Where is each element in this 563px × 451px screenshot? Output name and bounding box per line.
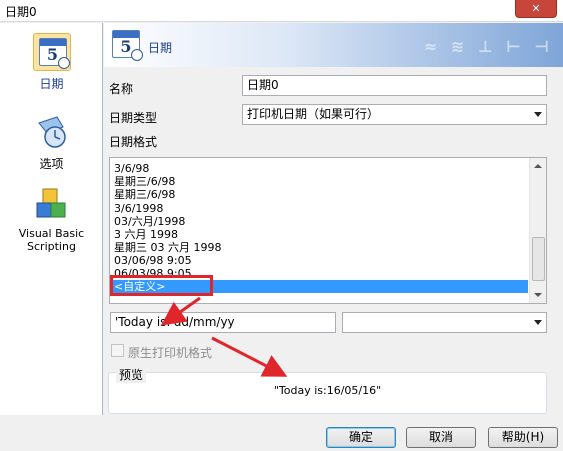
list-item[interactable]: 星期三/6/98	[114, 175, 175, 188]
chevron-down-icon	[534, 320, 542, 325]
list-item[interactable]: 03/六月/1998	[114, 215, 185, 228]
calendar-icon: 5	[110, 28, 143, 61]
scroll-thumb[interactable]	[532, 237, 545, 281]
panel-title: 日期	[148, 41, 173, 55]
preview-value: "Today is:16/05/16"	[273, 384, 382, 397]
date-type-label: 日期类型	[109, 111, 158, 125]
settings-icon	[33, 113, 71, 151]
sidebar-item-label: Visual Basic Scripting	[18, 227, 85, 253]
list-item[interactable]: 星期三/6/98	[114, 188, 175, 201]
date-type-value: 打印机日期（如果可行）	[247, 107, 380, 121]
sidebar-item-vbscript[interactable]: Visual Basic Scripting	[2, 185, 101, 253]
list-item[interactable]: 3 六月 1998	[114, 228, 178, 241]
name-label: 名称	[109, 82, 134, 96]
sidebar-item-label: 日期	[39, 77, 64, 91]
date-format-label: 日期格式	[109, 135, 158, 149]
format-token-select[interactable]	[342, 312, 547, 333]
custom-format-input[interactable]: 'Today is:'dd/mm/yy	[110, 312, 336, 333]
window-title: 日期0	[5, 5, 37, 19]
header-watermark: ≈ ≋ ⊥ ⊢ ⊣	[424, 37, 553, 56]
help-button[interactable]: 帮助(H)	[488, 427, 558, 448]
ok-button[interactable]: 确定	[326, 427, 396, 448]
list-item[interactable]: 03/06/98 9:05	[114, 254, 192, 267]
panel-header: 5 日期 ≈ ≋ ⊥ ⊢ ⊣	[104, 23, 563, 67]
preview-label: 预览	[116, 366, 147, 383]
scroll-down-icon[interactable]	[534, 293, 542, 297]
cancel-button[interactable]: 取消	[406, 427, 476, 448]
chevron-down-icon	[534, 112, 542, 117]
close-button[interactable]: ✕	[515, 0, 557, 18]
list-scrollbar[interactable]	[529, 158, 546, 303]
annotation-highlight-box	[110, 275, 213, 296]
vbscript-icon	[33, 185, 71, 223]
date-type-select[interactable]: 打印机日期（如果可行）	[242, 104, 547, 125]
calendar-icon: 5	[32, 33, 71, 71]
sidebar-item-label: 选项	[39, 157, 64, 171]
arrow-to-preview	[211, 336, 288, 377]
list-item[interactable]: 3/6/1998	[114, 202, 163, 215]
name-field[interactable]: 日期0	[242, 75, 547, 96]
native-printer-label: 原生打印机格式	[128, 346, 213, 360]
sidebar: 5 日期 选项 Visual Basic Scripting	[0, 23, 103, 415]
sidebar-item-date[interactable]: 5 日期	[2, 33, 101, 92]
sidebar-item-options[interactable]: 选项	[2, 113, 101, 172]
list-item[interactable]: 星期三 03 六月 1998	[114, 241, 221, 254]
scroll-up-icon[interactable]	[534, 164, 542, 168]
native-printer-checkbox[interactable]	[111, 344, 124, 357]
list-item[interactable]: 3/6/98	[114, 162, 149, 175]
title-bar: 日期0 ✕	[0, 0, 563, 22]
